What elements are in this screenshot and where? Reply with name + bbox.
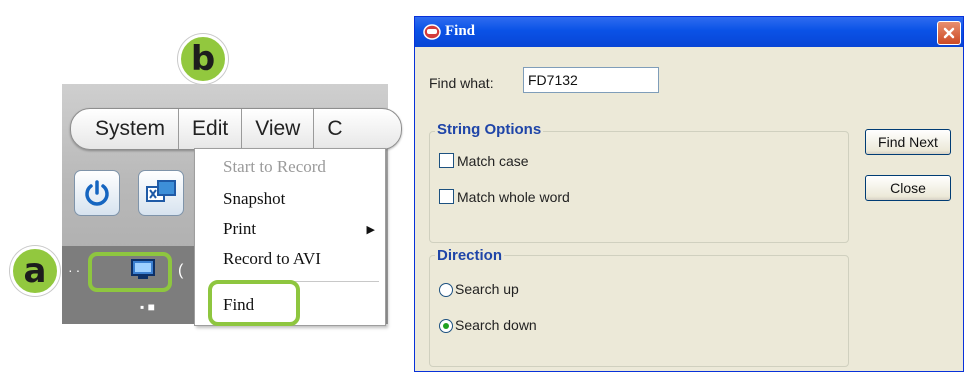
menu-item-print[interactable]: Print <box>223 219 256 239</box>
match-whole-word-label[interactable]: Match whole word <box>457 189 570 205</box>
search-up-radio[interactable] <box>439 283 453 297</box>
menubar: System Edit View C <box>70 108 402 150</box>
find-highlight <box>208 280 300 326</box>
close-icon <box>943 27 955 39</box>
callout-b: b <box>178 34 228 84</box>
direction-title: Direction <box>435 247 505 264</box>
menu-item-snapshot[interactable]: Snapshot <box>223 189 285 209</box>
power-icon <box>85 180 109 206</box>
close-window-button[interactable] <box>937 21 961 45</box>
menu-screenshot: System Edit View C ·· ( ▪ ■ Start to Rec… <box>0 0 402 374</box>
menu-item-record-to-avi[interactable]: Record to AVI <box>223 249 321 269</box>
match-case-label[interactable]: Match case <box>457 153 529 169</box>
string-options-title: String Options <box>435 121 544 138</box>
find-next-button[interactable]: Find Next <box>865 129 951 155</box>
screens-icon <box>146 180 176 202</box>
find-what-input[interactable] <box>523 67 659 93</box>
dialog-titlebar[interactable]: Find <box>415 17 963 47</box>
find-what-label: Find what: <box>429 75 494 91</box>
menu-item-start-to-record[interactable]: Start to Record <box>223 157 326 177</box>
find-dialog-icon <box>423 24 441 40</box>
string-options-group <box>429 131 849 243</box>
radio-selected-dot <box>443 323 449 329</box>
search-down-label[interactable]: Search down <box>455 317 537 333</box>
menu-view[interactable]: View <box>242 109 315 149</box>
match-whole-word-checkbox[interactable] <box>439 189 454 204</box>
submenu-arrow-icon: ▶ <box>366 224 375 236</box>
search-down-radio[interactable] <box>439 319 453 333</box>
menu-system[interactable]: System <box>71 109 180 149</box>
search-up-label[interactable]: Search up <box>455 281 519 297</box>
power-button[interactable] <box>74 170 120 216</box>
device-highlight <box>88 252 172 292</box>
menu-truncated[interactable]: C <box>314 109 355 149</box>
screens-button[interactable] <box>138 170 184 216</box>
tree-connector: ·· <box>68 262 84 278</box>
sub-device-node: ▪ ■ <box>140 300 155 314</box>
device-label: ( <box>178 262 184 279</box>
menu-edit[interactable]: Edit <box>179 109 243 149</box>
direction-group <box>429 255 849 367</box>
close-button[interactable]: Close <box>865 175 951 201</box>
match-case-checkbox[interactable] <box>439 153 454 168</box>
find-dialog: Find Find what: String Options Match cas… <box>414 16 964 372</box>
callout-a: a <box>10 246 60 296</box>
dialog-title: Find <box>445 23 476 39</box>
